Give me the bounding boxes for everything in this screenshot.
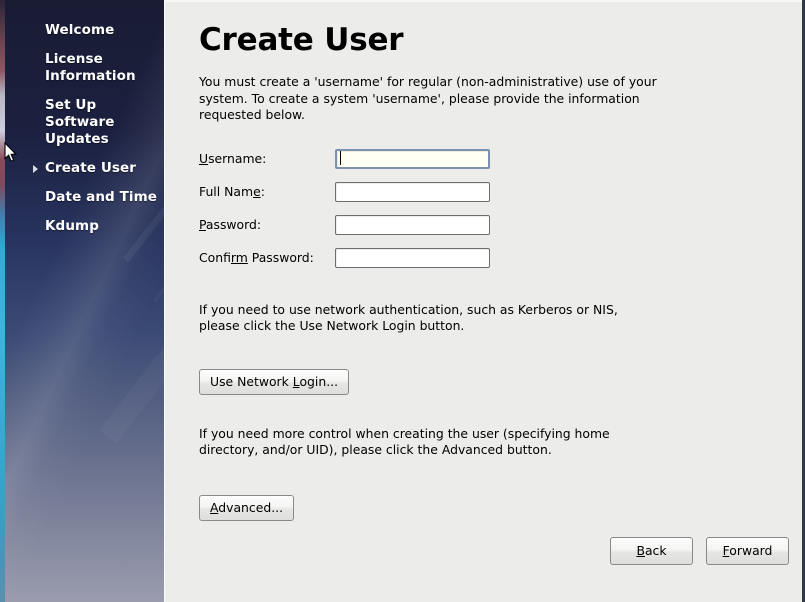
back-button[interactable]: Back	[610, 537, 693, 565]
full-name-field-wrapper	[335, 181, 490, 202]
advanced-note: If you need more control when creating t…	[199, 425, 610, 458]
form-row-username: Username:	[199, 142, 802, 175]
sidebar-item-label: Welcome	[45, 22, 115, 38]
sidebar-item-date-and-time[interactable]: Date and Time	[3, 189, 164, 206]
window-top-edge	[164, 0, 805, 2]
username-label: Username:	[199, 150, 267, 166]
active-step-chevron-icon	[33, 165, 38, 173]
confirm-password-input[interactable]	[335, 247, 490, 268]
full-name-input[interactable]	[335, 181, 490, 202]
use-network-login-button[interactable]: Use Network Login...	[199, 368, 350, 395]
sidebar-item-label: Set Up Software Updates	[45, 97, 115, 147]
form-row-password: Password:	[199, 208, 802, 241]
password-input[interactable]	[335, 214, 490, 235]
full-name-label: Full Name:	[199, 183, 265, 199]
form-row-confirm-password: Confirm Password:	[199, 241, 802, 274]
sidebar-item-label: License Information	[45, 51, 136, 84]
confirm-password-field-wrapper	[335, 247, 490, 268]
sidebar-item-label: Kdump	[45, 218, 99, 234]
username-field-wrapper	[335, 148, 490, 169]
wizard-navigation: Back Forward	[610, 537, 789, 565]
sidebar-item-license-information[interactable]: License Information	[3, 51, 164, 85]
background-window-edge	[0, 0, 5, 602]
wizard-sidebar: Welcome License Information Set Up Softwar…	[3, 0, 164, 602]
sidebar-item-create-user[interactable]: Create User	[3, 160, 164, 177]
password-label: Password:	[199, 216, 262, 232]
sidebar-step-list: Welcome License Information Set Up Softwar…	[3, 0, 164, 247]
page-title: Create User	[199, 22, 404, 58]
intro-description: You must create a 'username' for regular…	[199, 74, 657, 122]
sidebar-item-label: Date and Time	[45, 189, 158, 205]
username-input[interactable]	[335, 148, 490, 169]
text-caret	[340, 150, 341, 165]
sidebar-item-welcome[interactable]: Welcome	[3, 22, 164, 39]
firstboot-window: Welcome License Information Set Up Softwar…	[0, 0, 805, 602]
create-user-form: Username: Full Name: Password: Confirm Pass…	[199, 142, 802, 274]
form-row-full-name: Full Name:	[199, 175, 802, 208]
sidebar-item-set-up-software-updates[interactable]: Set Up Software Updates	[3, 97, 164, 148]
network-login-note: If you need to use network authenticatio…	[199, 301, 618, 334]
main-content-panel: Create User You must create a 'username'…	[164, 0, 802, 602]
sidebar-item-label: Create User	[45, 160, 137, 176]
forward-button[interactable]: Forward	[706, 537, 789, 565]
confirm-password-label: Confirm Password:	[199, 249, 314, 265]
sidebar-item-kdump[interactable]: Kdump	[3, 218, 164, 235]
password-field-wrapper	[335, 214, 490, 235]
advanced-button[interactable]: Advanced...	[199, 495, 295, 522]
